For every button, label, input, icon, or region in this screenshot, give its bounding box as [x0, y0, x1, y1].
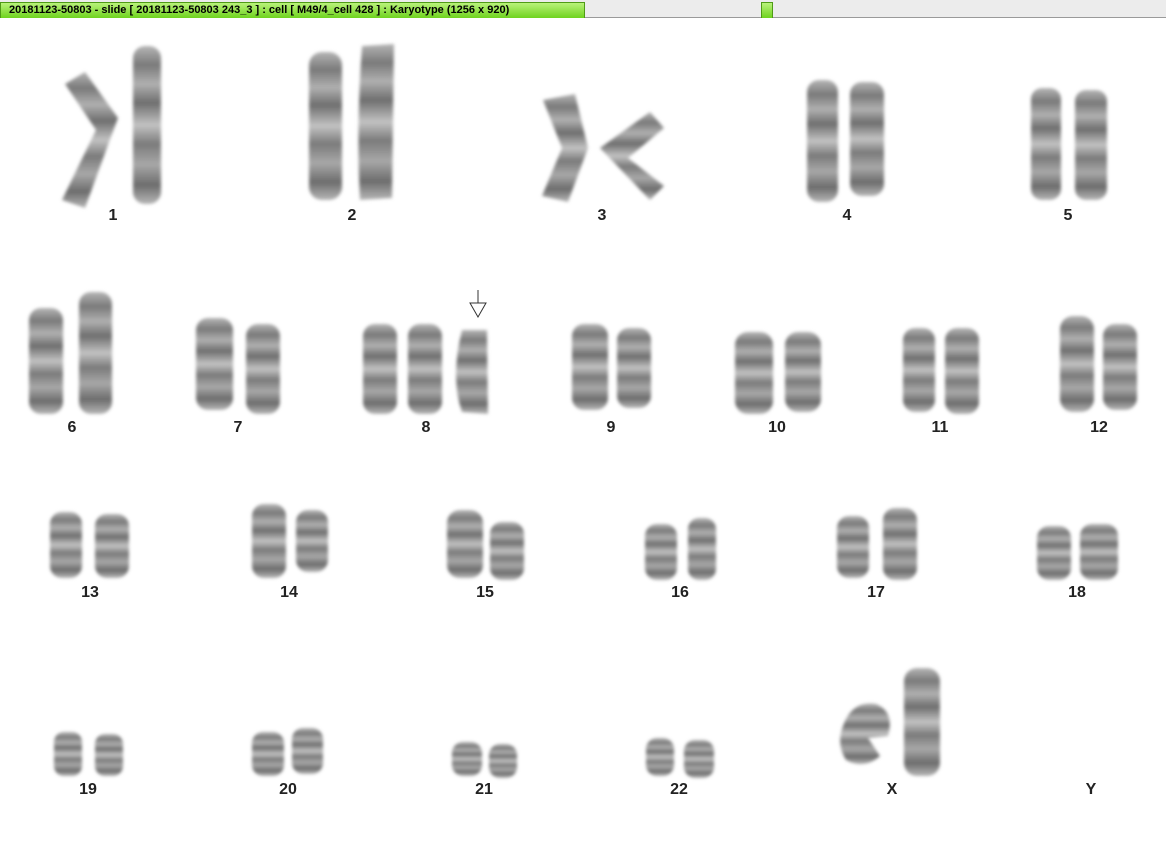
chromosome-label-6: 6 [67, 419, 77, 436]
chromosome-pair-1[interactable] [62, 46, 161, 208]
chromosome-pair-4[interactable] [807, 80, 884, 202]
chromosome-label-20: 20 [279, 781, 297, 798]
chromosome-label-10: 10 [768, 419, 786, 436]
chromosome-label-21: 21 [475, 781, 493, 798]
chromosome-pair-14[interactable] [252, 504, 328, 578]
karyotype-canvas: 1 2 3 4 5 6 7 8 9 10 11 12 13 14 15 16 1… [0, 18, 1166, 865]
chromosome-pair-2[interactable] [309, 44, 394, 200]
chromosome-pair-15[interactable] [447, 510, 524, 580]
chromosome-pair-7[interactable] [196, 318, 280, 414]
title-bar: 20181123-50803 - slide [ 20181123-50803 … [0, 0, 1166, 18]
chromosome-label-3: 3 [597, 207, 607, 224]
chromosome-label-16: 16 [671, 584, 689, 601]
chromosome-pair-11[interactable] [903, 328, 979, 414]
chromosome-label-9: 9 [606, 419, 616, 436]
chromosome-label-13: 13 [81, 584, 99, 601]
chromosome-label-19: 19 [79, 781, 97, 798]
title-scroll-marker[interactable] [761, 2, 773, 18]
chromosome-pair-18[interactable] [1037, 524, 1118, 580]
chromosome-pair-16[interactable] [645, 518, 716, 580]
chromosome-label-x: X [886, 781, 898, 798]
window-title: 20181123-50803 - slide [ 20181123-50803 … [9, 4, 510, 16]
chromosome-pair-17[interactable] [837, 508, 917, 580]
chromosome-label-1: 1 [108, 207, 118, 224]
chromosome-pair-20[interactable] [252, 728, 323, 776]
down-arrow-icon [469, 290, 487, 319]
chromosome-pair-13[interactable] [50, 512, 129, 578]
chromosome-label-y: Y [1085, 781, 1097, 798]
chromosome-label-17: 17 [867, 584, 885, 601]
chromosome-label-2: 2 [347, 207, 357, 224]
chromosome-label-11: 11 [931, 419, 949, 436]
chromosome-pair-12[interactable] [1060, 316, 1137, 412]
chromosome-label-12: 12 [1090, 419, 1108, 436]
chromosome-pair-8[interactable] [363, 324, 488, 414]
chromosome-label-8: 8 [421, 419, 431, 436]
chromosome-label-14: 14 [280, 584, 298, 601]
chromosome-label-5: 5 [1063, 207, 1073, 224]
chromosome-pair-9[interactable] [572, 324, 651, 410]
window-title-tab[interactable]: 20181123-50803 - slide [ 20181123-50803 … [0, 2, 585, 18]
chromosome-pair-6[interactable] [29, 292, 112, 414]
chromosome-label-15: 15 [476, 584, 494, 601]
chromosome-label-18: 18 [1068, 584, 1086, 601]
chromosome-label-7: 7 [233, 419, 243, 436]
chromosome-label-22: 22 [670, 781, 688, 798]
chromosome-pair-10[interactable] [735, 332, 821, 414]
chromosome-pair-5[interactable] [1031, 88, 1107, 200]
chromosome-label-4: 4 [842, 207, 852, 224]
chromosome-pair-19[interactable] [54, 732, 123, 776]
chromosome-pair-21[interactable] [452, 742, 517, 778]
chromosome-x[interactable] [840, 668, 940, 776]
karyogram [29, 44, 1137, 778]
chromosome-pair-3[interactable] [542, 94, 664, 202]
chromosome-pair-22[interactable] [646, 738, 714, 778]
